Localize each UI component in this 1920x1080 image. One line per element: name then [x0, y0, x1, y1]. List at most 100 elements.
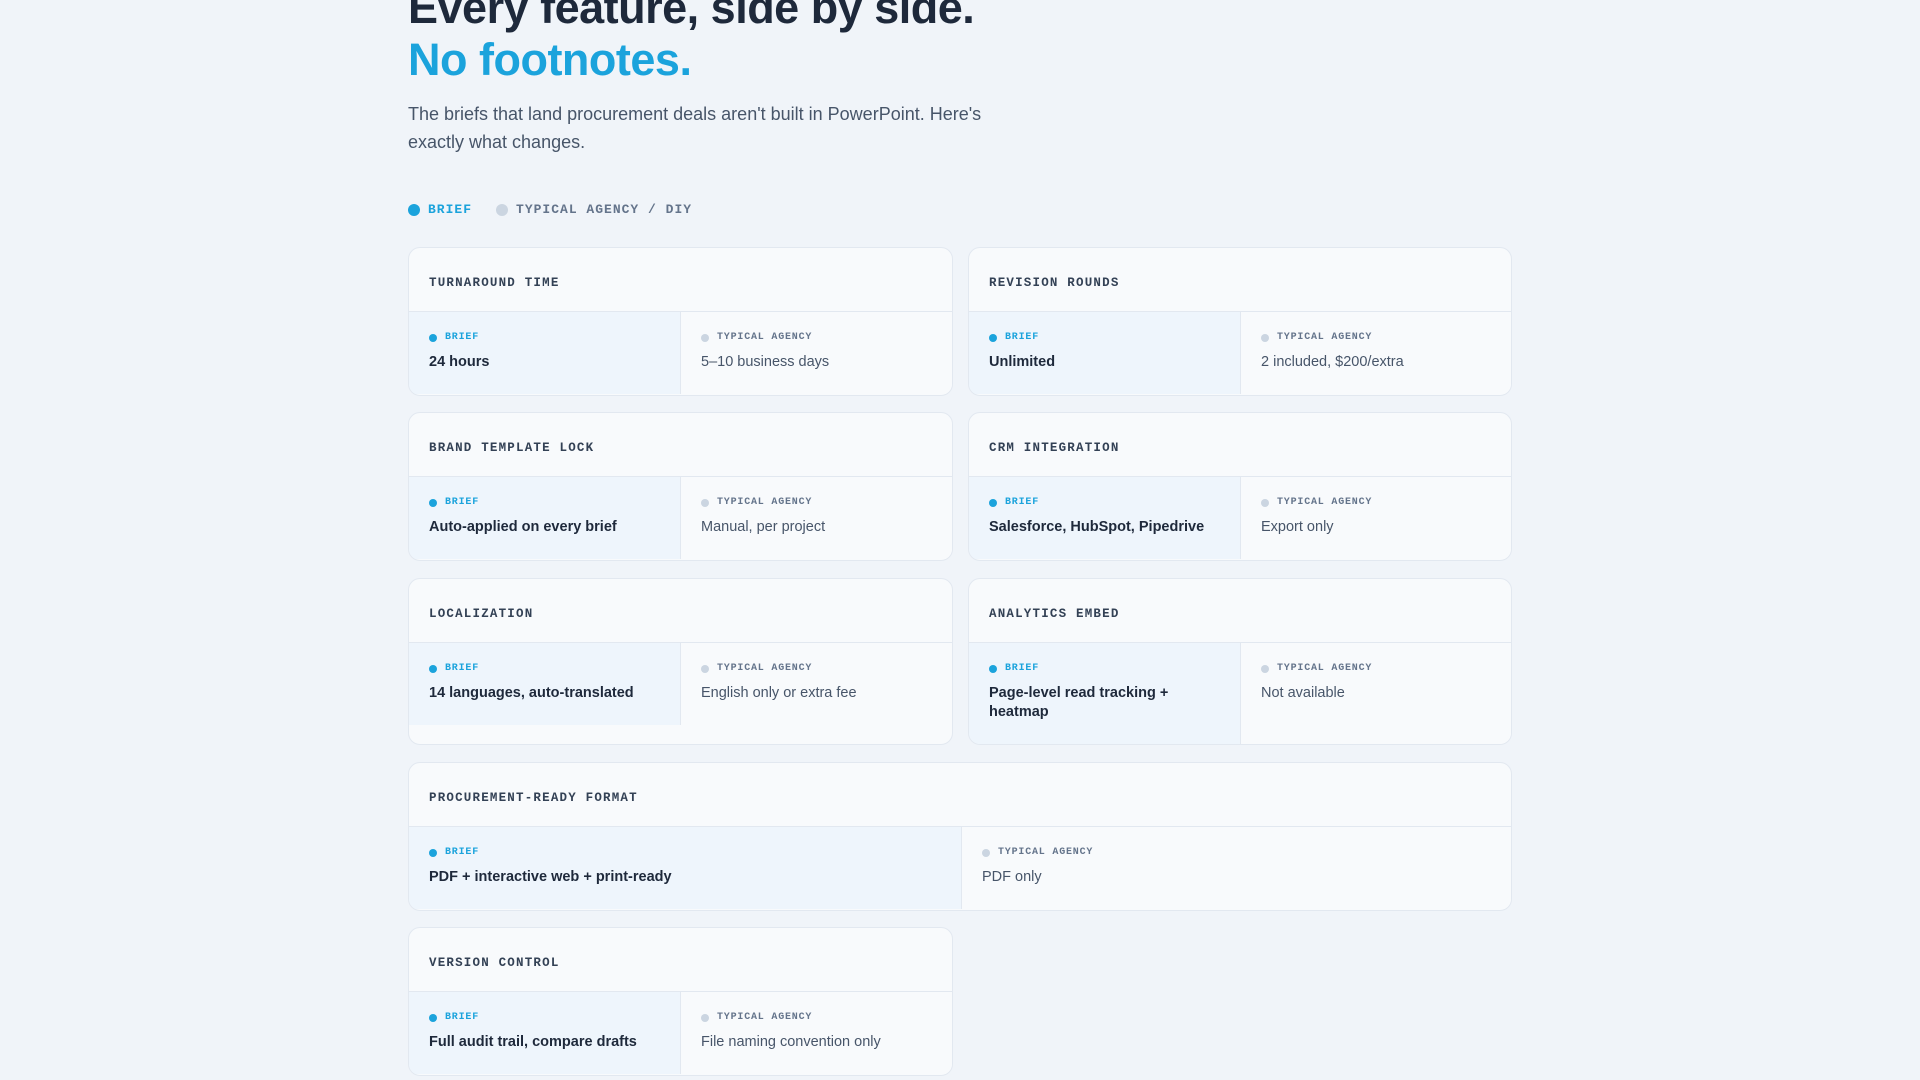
agency-label: TYPICAL AGENCY [701, 1012, 932, 1023]
brief-label-text: BRIEF [1005, 332, 1040, 343]
brief-dot-icon [429, 498, 437, 507]
feature-card-turnaround-time: TURNAROUND TIME BRIEF 24 hours TYPICAL A… [408, 247, 953, 396]
brief-value: Page-level read tracking + heatmap [989, 685, 1169, 720]
brief-value: PDF + interactive web + print-ready [429, 869, 672, 885]
feature-card-brand-template-lock: BRAND TEMPLATE LOCK BRIEF Auto-applied o… [408, 412, 953, 561]
brief-dot-icon [429, 1013, 437, 1022]
feature-card-body: BRIEF 14 languages, auto-translated TYPI… [409, 643, 952, 725]
brief-value: 24 hours [429, 354, 490, 370]
brief-label: BRIEF [989, 497, 1220, 508]
agency-value: Manual, per project [701, 519, 826, 535]
agency-label-text: TYPICAL AGENCY [1277, 663, 1373, 674]
brief-dot-icon [989, 498, 997, 507]
agency-value: PDF only [982, 869, 1042, 885]
agency-label-text: TYPICAL AGENCY [1277, 332, 1373, 343]
brief-cell: BRIEF PDF + interactive web + print-read… [409, 827, 962, 909]
feature-card-body: BRIEF Unlimited TYPICAL AGENCY 2 include… [969, 312, 1511, 394]
feature-card-revision-rounds: REVISION ROUNDS BRIEF Unlimited TYPICAL … [968, 247, 1512, 396]
legend-agency-label: TYPICAL AGENCY / DIY [516, 202, 693, 217]
feature-card-analytics-embed: ANALYTICS EMBED BRIEF Page-level read tr… [968, 578, 1512, 745]
brief-value: Unlimited [989, 354, 1056, 370]
feature-card-title: BRAND TEMPLATE LOCK [409, 413, 952, 477]
agency-cell: TYPICAL AGENCY Not available [1241, 643, 1511, 744]
agency-label-text: TYPICAL AGENCY [717, 497, 813, 508]
agency-cell: TYPICAL AGENCY 2 included, $200/extra [1241, 312, 1511, 394]
brief-label-text: BRIEF [445, 332, 480, 343]
feature-card-title: ANALYTICS EMBED [969, 579, 1511, 643]
agency-label-text: TYPICAL AGENCY [717, 663, 813, 674]
agency-cell: TYPICAL AGENCY 5–10 business days [681, 312, 952, 394]
agency-label: TYPICAL AGENCY [982, 847, 1491, 858]
agency-label: TYPICAL AGENCY [701, 332, 932, 343]
agency-cell: TYPICAL AGENCY Export only [1241, 477, 1511, 559]
brief-label-text: BRIEF [445, 1012, 480, 1023]
agency-dot-icon [1261, 333, 1269, 342]
legend-brief-label: BRIEF [428, 202, 473, 217]
agency-cell: TYPICAL AGENCY English only or extra fee [681, 643, 952, 725]
brief-label: BRIEF [429, 497, 660, 508]
feature-card-procurement-ready-format: PROCUREMENT-READY FORMAT BRIEF PDF + int… [408, 762, 1512, 911]
agency-value: English only or extra fee [701, 685, 857, 701]
brief-dot-icon [429, 333, 437, 342]
agency-cell: TYPICAL AGENCY PDF only [962, 827, 1511, 909]
agency-label-text: TYPICAL AGENCY [998, 847, 1094, 858]
brief-label-text: BRIEF [445, 663, 480, 674]
agency-cell: TYPICAL AGENCY File naming convention on… [681, 992, 952, 1074]
agency-value: 2 included, $200/extra [1261, 354, 1404, 370]
feature-card-crm-integration: CRM INTEGRATION BRIEF Salesforce, HubSpo… [968, 412, 1512, 561]
legend: BRIEF TYPICAL AGENCY / DIY [408, 202, 1512, 217]
agency-dot-icon [701, 1013, 709, 1022]
feature-card-body: BRIEF Full audit trail, compare drafts T… [409, 992, 952, 1074]
legend-item-agency: TYPICAL AGENCY / DIY [496, 202, 692, 217]
brief-dot-icon [989, 333, 997, 342]
brief-value: Auto-applied on every brief [429, 519, 617, 535]
feature-card-localization: LOCALIZATION BRIEF 14 languages, auto-tr… [408, 578, 953, 745]
feature-card-body: BRIEF Auto-applied on every brief TYPICA… [409, 477, 952, 559]
brief-label: BRIEF [429, 1012, 660, 1023]
page-title-line2: No footnotes. [408, 34, 692, 85]
agency-dot-icon [1261, 664, 1269, 673]
brief-label-text: BRIEF [1005, 663, 1040, 674]
brief-label: BRIEF [429, 332, 660, 343]
page-title: Every feature, side by side. No footnote… [408, 0, 1512, 86]
page-title-line1: Every feature, side by side. [408, 0, 975, 33]
brief-value: Salesforce, HubSpot, Pipedrive [989, 519, 1205, 535]
brief-dot-icon [408, 203, 420, 216]
brief-cell: BRIEF 14 languages, auto-translated [409, 643, 681, 725]
brief-dot-icon [429, 664, 437, 673]
agency-value: Export only [1261, 519, 1334, 535]
agency-label: TYPICAL AGENCY [701, 497, 932, 508]
brief-value: Full audit trail, compare drafts [429, 1034, 637, 1050]
agency-dot-icon [496, 203, 509, 216]
agency-label-text: TYPICAL AGENCY [1277, 497, 1373, 508]
brief-label: BRIEF [989, 332, 1220, 343]
agency-dot-icon [701, 333, 709, 342]
feature-card-version-control: VERSION CONTROL BRIEF Full audit trail, … [408, 927, 953, 1076]
brief-value: 14 languages, auto-translated [429, 685, 634, 701]
brief-cell: BRIEF Unlimited [969, 312, 1241, 394]
feature-card-body: BRIEF Page-level read tracking + heatmap… [969, 643, 1511, 744]
agency-value: 5–10 business days [701, 354, 830, 370]
feature-card-body: BRIEF 24 hours TYPICAL AGENCY 5–10 busin… [409, 312, 952, 394]
agency-label-text: TYPICAL AGENCY [717, 332, 813, 343]
brief-cell: BRIEF Page-level read tracking + heatmap [969, 643, 1241, 744]
comparison-page: Every feature, side by side. No footnote… [408, 0, 1512, 1076]
agency-label: TYPICAL AGENCY [1261, 663, 1491, 674]
brief-cell: BRIEF 24 hours [409, 312, 681, 394]
brief-cell: BRIEF Auto-applied on every brief [409, 477, 681, 559]
page-subtitle: The briefs that land procurement deals a… [408, 104, 982, 152]
feature-card-title: CRM INTEGRATION [969, 413, 1511, 477]
brief-cell: BRIEF Salesforce, HubSpot, Pipedrive [969, 477, 1241, 559]
brief-label: BRIEF [429, 847, 941, 858]
agency-cell: TYPICAL AGENCY Manual, per project [681, 477, 952, 559]
agency-value: Not available [1261, 685, 1345, 701]
brief-label-text: BRIEF [445, 847, 480, 858]
brief-cell: BRIEF Full audit trail, compare drafts [409, 992, 681, 1074]
brief-label: BRIEF [989, 663, 1220, 674]
agency-value: File naming convention only [701, 1034, 881, 1050]
brief-dot-icon [429, 848, 437, 857]
agency-dot-icon [701, 664, 709, 673]
agency-label: TYPICAL AGENCY [1261, 497, 1491, 508]
feature-card-title: LOCALIZATION [409, 579, 952, 643]
feature-card-body: BRIEF Salesforce, HubSpot, Pipedrive TYP… [969, 477, 1511, 559]
